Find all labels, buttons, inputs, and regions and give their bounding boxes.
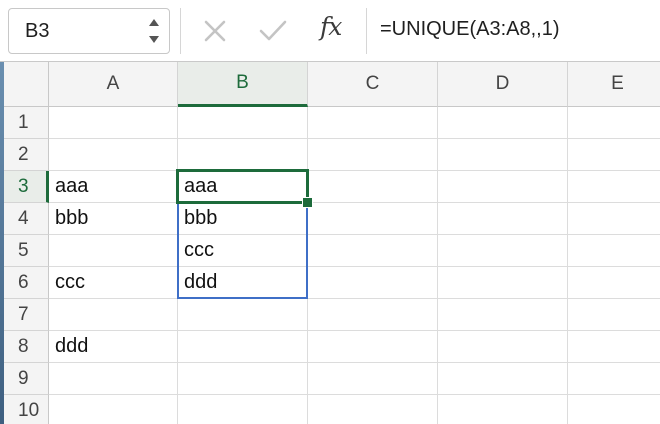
row-header-4[interactable]: 4 [4, 203, 49, 235]
cell-b1[interactable] [178, 107, 308, 139]
cell-b9[interactable] [178, 363, 308, 395]
row-header-5[interactable]: 5 [4, 235, 49, 267]
cell-c2[interactable] [308, 139, 438, 171]
cell-b7[interactable] [178, 299, 308, 331]
name-box-stepper-icon[interactable] [147, 15, 161, 47]
formula-bar-divider [180, 8, 181, 54]
cell-b2[interactable] [178, 139, 308, 171]
cell-e9[interactable] [568, 363, 660, 395]
cell-d7[interactable] [438, 299, 568, 331]
cell-a6[interactable]: ccc [49, 267, 178, 299]
formula-bar-divider [366, 8, 367, 54]
name-box[interactable]: B3 [8, 8, 170, 54]
row-header-9[interactable]: 9 [4, 363, 49, 395]
cell-a9[interactable] [49, 363, 178, 395]
cell-e2[interactable] [568, 139, 660, 171]
column-header-e[interactable]: E [568, 62, 660, 107]
fill-handle[interactable] [302, 197, 313, 208]
cell-c7[interactable] [308, 299, 438, 331]
cell-a4[interactable]: bbb [49, 203, 178, 235]
row-header-1[interactable]: 1 [4, 107, 49, 139]
cell-c10[interactable] [308, 395, 438, 424]
cell-e10[interactable] [568, 395, 660, 424]
cell-a10[interactable] [49, 395, 178, 424]
cell-d1[interactable] [438, 107, 568, 139]
cell-b8[interactable] [178, 331, 308, 363]
cell-a7[interactable] [49, 299, 178, 331]
cell-a8[interactable]: ddd [49, 331, 178, 363]
cell-b5[interactable]: ccc [178, 235, 308, 267]
select-all-corner[interactable] [4, 62, 49, 107]
cell-e5[interactable] [568, 235, 660, 267]
cell-d2[interactable] [438, 139, 568, 171]
cell-a1[interactable] [49, 107, 178, 139]
name-box-value: B3 [25, 20, 50, 42]
cell-e6[interactable] [568, 267, 660, 299]
column-header-d[interactable]: D [438, 62, 568, 107]
formula-bar: B3 fx =UNIQUE(A3:A8,,1) [0, 0, 660, 62]
cell-d6[interactable] [438, 267, 568, 299]
cell-a5[interactable] [49, 235, 178, 267]
cell-c9[interactable] [308, 363, 438, 395]
cell-d3[interactable] [438, 171, 568, 203]
cell-c1[interactable] [308, 107, 438, 139]
insert-function-icon[interactable]: fx [320, 12, 342, 41]
cell-c3[interactable] [308, 171, 438, 203]
cell-e1[interactable] [568, 107, 660, 139]
cancel-icon[interactable] [200, 14, 230, 48]
row-header-6[interactable]: 6 [4, 267, 49, 299]
cell-d4[interactable] [438, 203, 568, 235]
column-header-c[interactable]: C [308, 62, 438, 107]
cell-d9[interactable] [438, 363, 568, 395]
cell-e4[interactable] [568, 203, 660, 235]
confirm-check-icon[interactable] [256, 14, 290, 48]
cell-a2[interactable] [49, 139, 178, 171]
cell-e8[interactable] [568, 331, 660, 363]
spreadsheet-grid[interactable]: A B C D E 1 2 3 aaa aaa 4 bbb bbb 5 ccc 6 ccc ddd 7 8 ddd 9 10 [4, 62, 660, 424]
cell-b3[interactable]: aaa [178, 171, 308, 203]
row-header-7[interactable]: 7 [4, 299, 49, 331]
row-header-10[interactable]: 10 [4, 395, 49, 424]
cell-d8[interactable] [438, 331, 568, 363]
cell-e3[interactable] [568, 171, 660, 203]
column-header-b[interactable]: B [178, 62, 308, 107]
cell-c5[interactable] [308, 235, 438, 267]
column-header-a[interactable]: A [49, 62, 178, 107]
cell-c6[interactable] [308, 267, 438, 299]
cell-e7[interactable] [568, 299, 660, 331]
cell-b10[interactable] [178, 395, 308, 424]
cell-b4[interactable]: bbb [178, 203, 308, 235]
row-header-8[interactable]: 8 [4, 331, 49, 363]
row-header-3[interactable]: 3 [4, 171, 49, 203]
cell-c4[interactable] [308, 203, 438, 235]
cell-a3[interactable]: aaa [49, 171, 178, 203]
cell-d10[interactable] [438, 395, 568, 424]
formula-input[interactable]: =UNIQUE(A3:A8,,1) [380, 18, 560, 41]
cell-b6[interactable]: ddd [178, 267, 308, 299]
row-header-2[interactable]: 2 [4, 139, 49, 171]
cell-d5[interactable] [438, 235, 568, 267]
cell-c8[interactable] [308, 331, 438, 363]
